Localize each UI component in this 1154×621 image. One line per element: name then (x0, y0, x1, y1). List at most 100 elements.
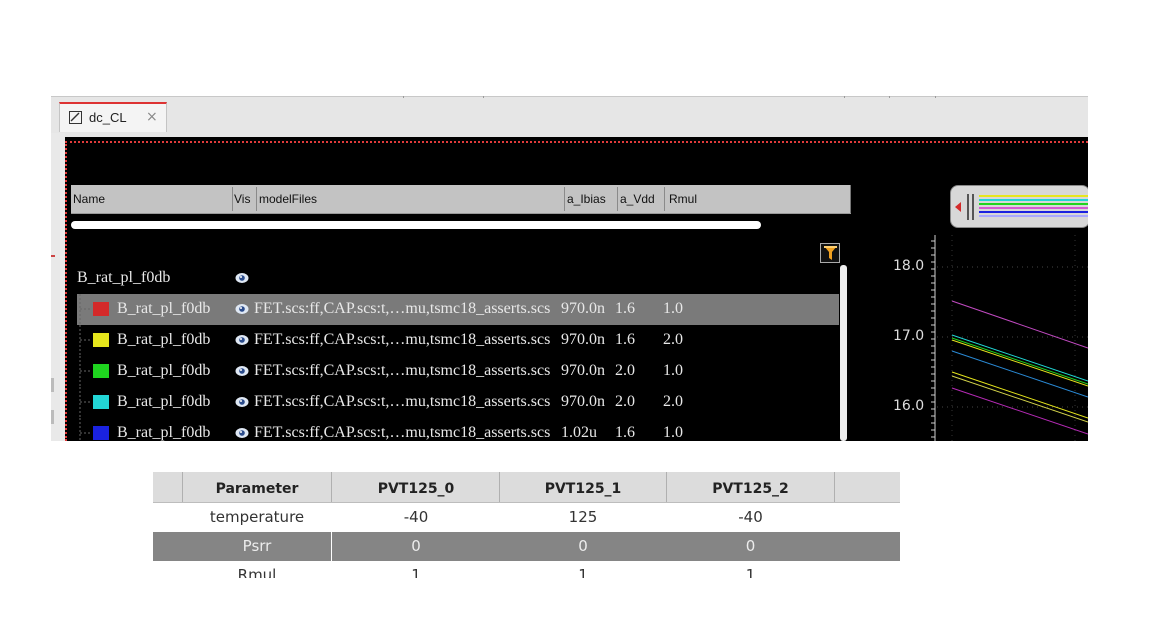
color-swatch (93, 333, 109, 347)
list-item[interactable]: B_rat_pl_f0db FET.scs:ff,CAP.scs:t,…mu,t… (77, 387, 839, 418)
row-modelfiles: FET.scs:ff,CAP.scs:t,…mu,tsmc18_asserts.… (254, 300, 551, 317)
strip-marker (51, 255, 55, 257)
column-a-vdd[interactable]: a_Vdd (620, 192, 655, 206)
row-name: B_rat_pl_f0db (117, 331, 211, 348)
waveform-trace (951, 337, 1088, 385)
column-name[interactable]: Name (73, 192, 105, 206)
color-swatch (93, 302, 109, 316)
waveform-trace (951, 334, 1088, 382)
row-ibias: 970.0n (561, 393, 605, 410)
toolbar-divider (935, 96, 936, 98)
row-ibias: 970.0n (561, 331, 605, 348)
row-vdd: 1.6 (615, 424, 635, 441)
slider-trace-line (979, 203, 1088, 205)
eye-icon[interactable] (235, 365, 249, 377)
eye-icon[interactable] (235, 272, 249, 284)
param-value: 1 (411, 566, 421, 578)
column-divider (664, 187, 665, 211)
focus-border-left (65, 141, 67, 441)
row-vdd: 1.6 (615, 300, 635, 317)
group-row[interactable]: B_rat_pl_f0db (77, 263, 839, 294)
color-swatch (93, 426, 109, 440)
table-row[interactable]: temperature -40 125 -40 (153, 503, 900, 532)
toolbar-divider (483, 96, 484, 98)
waveform-trace (951, 371, 1088, 419)
column-modelfiles[interactable]: modelFiles (259, 192, 317, 206)
close-icon[interactable]: × (146, 109, 158, 125)
parameter-table-header: Parameter PVT125_0 PVT125_1 PVT125_2 (153, 472, 900, 503)
row-modelfiles: FET.scs:ff,CAP.scs:t,…mu,tsmc18_asserts.… (254, 393, 551, 410)
row-name: B_rat_pl_f0db (117, 362, 211, 379)
left-side-strip (51, 133, 65, 441)
eye-icon[interactable] (235, 427, 249, 439)
waveform-trace (951, 375, 1088, 423)
list-item[interactable]: B_rat_pl_f0db FET.scs:ff,CAP.scs:t,…mu,t… (77, 356, 839, 387)
param-value: -40 (403, 508, 429, 526)
column-divider (834, 472, 835, 502)
row-rmul: 2.0 (663, 393, 683, 410)
param-value: 0 (411, 537, 421, 555)
tree-connector (79, 418, 90, 441)
row-vdd: 2.0 (615, 393, 635, 410)
list-item[interactable]: B_rat_pl_f0db FET.scs:ff,CAP.scs:t,…mu,t… (77, 418, 839, 441)
header-pvt125-1[interactable]: PVT125_1 (500, 481, 666, 497)
trace-selector-slider[interactable] (950, 185, 1088, 228)
group-name: B_rat_pl_f0db (77, 269, 171, 286)
slider-trace-line (979, 199, 1088, 201)
focus-border-top (65, 141, 1088, 143)
row-name: B_rat_pl_f0db (117, 393, 211, 410)
header-pvt125-2[interactable]: PVT125_2 (667, 481, 834, 497)
tab-label: dc_CL (89, 110, 127, 125)
header-parameter[interactable]: Parameter (183, 481, 331, 497)
y-tick-label: 16.0 (893, 398, 925, 414)
column-rmul[interactable]: Rmul (669, 192, 697, 206)
filter-icon[interactable] (820, 243, 840, 263)
column-divider (256, 187, 257, 211)
toolbar-divider (889, 96, 890, 98)
column-divider (331, 503, 332, 578)
row-rmul: 2.0 (663, 331, 683, 348)
slider-thumb (955, 194, 1088, 220)
list-item[interactable]: B_rat_pl_f0db FET.scs:ff,CAP.scs:t,…mu,t… (77, 325, 839, 356)
row-modelfiles: FET.scs:ff,CAP.scs:t,…mu,tsmc18_asserts.… (254, 362, 551, 379)
list-item[interactable]: B_rat_pl_f0db FET.scs:ff,CAP.scs:t,…mu,t… (77, 294, 839, 325)
y-tick-label: 18.0 (893, 258, 925, 274)
row-rmul: 1.0 (663, 424, 683, 441)
tab-dc-cl[interactable]: dc_CL × (59, 102, 167, 132)
eye-icon[interactable] (235, 303, 249, 315)
waveform-graph[interactable]: 18.0 17.0 16.0 (855, 185, 1088, 441)
list-header: Name Vis modelFiles a_Ibias a_Vdd Rmul (71, 185, 851, 214)
eye-icon[interactable] (235, 334, 249, 346)
color-swatch (93, 364, 109, 378)
row-vdd: 1.6 (615, 331, 635, 348)
param-value: 0 (745, 537, 756, 555)
eye-icon[interactable] (235, 396, 249, 408)
horizontal-scrollbar[interactable] (71, 221, 761, 229)
waveform-trace (951, 350, 1088, 398)
param-value: 0 (578, 537, 588, 555)
tree-connector (79, 294, 90, 325)
schematic-icon (69, 111, 82, 124)
window-top-border (51, 96, 1088, 97)
column-divider (331, 472, 332, 502)
column-a-ibias[interactable]: a_Ibias (567, 192, 606, 206)
header-pvt125-0[interactable]: PVT125_0 (333, 481, 499, 497)
table-row[interactable]: Rmul 1 1 1 (153, 561, 900, 578)
row-rmul: 1.0 (663, 362, 683, 379)
slider-trace-line (979, 195, 1088, 197)
row-rmul: 1.0 (663, 300, 683, 317)
slider-trace-line (979, 211, 1088, 213)
slider-trace-line (979, 215, 1088, 217)
toolbar-divider (403, 96, 404, 98)
strip-marker (51, 378, 54, 392)
tree-connector (79, 356, 90, 387)
row-ibias: 970.0n (561, 300, 605, 317)
param-value: 1 (578, 566, 588, 578)
strip-marker (51, 410, 54, 424)
simulation-window: dc_CL × Name Vis modelFiles a_Ibias a_Vd… (51, 96, 1088, 441)
param-label: Psrr (242, 537, 272, 555)
parameter-table: Parameter PVT125_0 PVT125_1 PVT125_2 tem… (153, 468, 900, 578)
vertical-scrollbar[interactable] (840, 265, 847, 441)
table-row[interactable]: Psrr 0 0 0 (153, 532, 900, 561)
column-vis[interactable]: Vis (234, 192, 250, 206)
